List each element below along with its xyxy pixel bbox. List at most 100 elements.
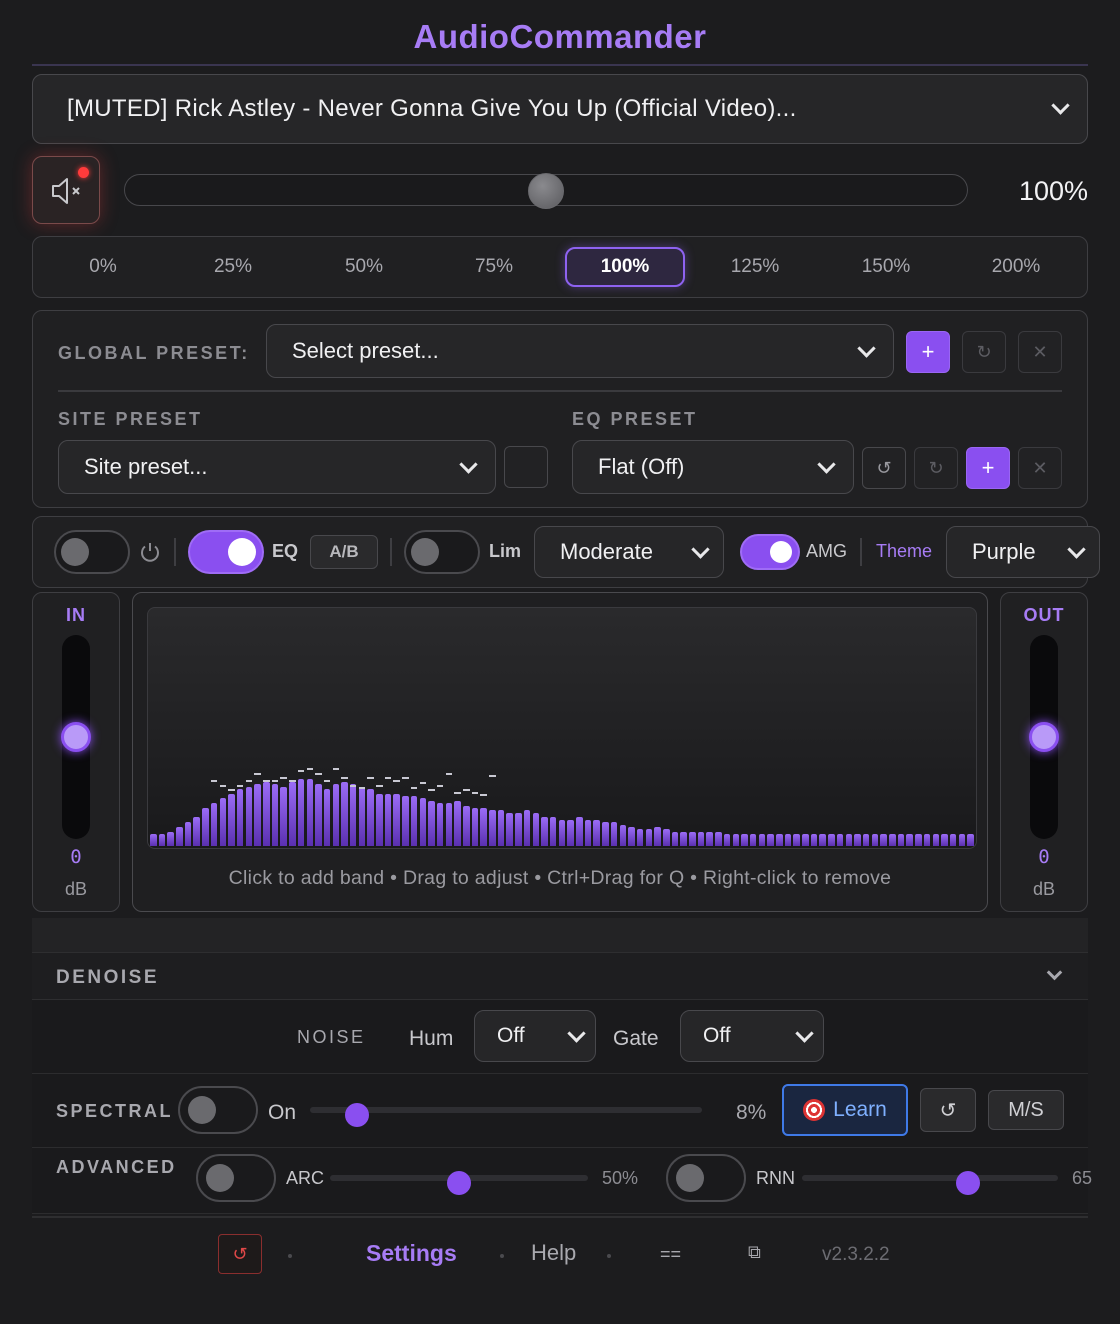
ab-compare-button[interactable]: A/B — [310, 535, 378, 569]
site-preset-action-button[interactable] — [504, 446, 548, 488]
volume-preset-25pct[interactable]: 25% — [173, 247, 293, 287]
spectrum-bar — [915, 834, 922, 846]
spectrum-bar — [289, 781, 296, 846]
output-gain-meter: OUT 0 dB — [1000, 592, 1088, 912]
eq-preset-select[interactable]: Flat (Off) — [572, 440, 854, 494]
volume-preset-0pct[interactable]: 0% — [43, 247, 163, 287]
limiter-toggle[interactable] — [404, 530, 480, 574]
hum-select[interactable]: Off — [474, 1010, 596, 1062]
spectrum-bar — [341, 781, 348, 846]
spectrum-peak — [410, 786, 418, 789]
spectrum-peak — [210, 779, 218, 782]
input-gain-meter: IN 0 dB — [32, 592, 120, 912]
spectral-amount-thumb[interactable] — [345, 1103, 370, 1127]
tab-select[interactable]: [MUTED] Rick Astley - Never Gonna Give Y… — [32, 74, 1088, 144]
gate-select[interactable]: Off — [680, 1010, 824, 1062]
spectrum-bar — [958, 834, 966, 846]
arc-toggle[interactable] — [196, 1154, 276, 1202]
add-global-preset-button[interactable]: + — [906, 331, 950, 373]
arc-slider-thumb[interactable] — [447, 1171, 471, 1195]
spectral-reset-button[interactable]: ↺ — [920, 1088, 976, 1132]
volume-readout: 100% — [1018, 176, 1088, 206]
spectrum-bar — [228, 793, 235, 846]
volume-preset-200pct[interactable]: 200% — [956, 247, 1076, 287]
spectrum-bar — [428, 800, 435, 846]
volume-preset-75pct[interactable]: 75% — [434, 247, 554, 287]
reset-all-button[interactable]: ↺ — [218, 1234, 262, 1274]
delete-global-preset-button[interactable]: ✕ — [1018, 331, 1062, 373]
eq-graph-canvas[interactable] — [147, 607, 977, 849]
global-preset-select[interactable]: Select preset... — [266, 324, 894, 378]
undo-eq-button[interactable]: ↺ — [862, 447, 906, 489]
spectrum-bar — [810, 834, 818, 846]
spectrum-bar — [576, 817, 583, 846]
limiter-mode-select[interactable]: Moderate — [534, 526, 724, 578]
spectral-label: SPECTRAL — [56, 1101, 174, 1121]
delete-eq-preset-button[interactable]: ✕ — [1018, 447, 1062, 489]
master-toggle[interactable] — [54, 530, 130, 574]
power-icon[interactable] — [138, 540, 162, 564]
limiter-toggle-label: Lim — [489, 541, 522, 561]
spectrum-peak — [323, 779, 331, 782]
site-preset-select[interactable]: Site preset... — [58, 440, 496, 494]
learn-noise-button[interactable]: Learn — [782, 1084, 908, 1136]
spectrum-bar — [436, 803, 444, 846]
amg-toggle[interactable] — [740, 534, 800, 570]
spectrum-bar — [523, 810, 531, 846]
help-link[interactable]: Help — [531, 1240, 576, 1266]
settings-link[interactable]: Settings — [366, 1240, 457, 1267]
input-gain-thumb[interactable] — [61, 722, 91, 752]
spectrum-bar — [836, 834, 844, 846]
theme-select[interactable]: Purple — [946, 526, 1100, 578]
rnn-toggle[interactable] — [666, 1154, 746, 1202]
denoise-header[interactable]: DENOISE — [32, 952, 1088, 1000]
spectrum-bar — [889, 834, 896, 846]
spectrum-bar — [184, 822, 192, 846]
spectrum-bar — [845, 834, 853, 846]
spectrum-peak — [428, 789, 435, 792]
spectrum-peak — [436, 784, 444, 787]
volume-preset-125pct[interactable]: 125% — [695, 247, 815, 287]
chevron-down-icon — [1067, 540, 1086, 559]
spectrum-bar — [376, 793, 383, 846]
spectrum-bar — [749, 834, 757, 846]
spectrum-bar — [532, 812, 540, 846]
mute-button[interactable] — [32, 156, 100, 224]
compact-mode-button[interactable]: == — [660, 1244, 681, 1265]
volume-preset-50pct[interactable]: 50% — [304, 247, 424, 287]
popout-button[interactable]: ⧉ — [748, 1242, 761, 1263]
output-gain-thumb[interactable] — [1029, 722, 1059, 752]
spectrum-bar — [454, 800, 461, 846]
spectrum-bar — [584, 819, 592, 846]
advanced-row — [32, 1148, 1088, 1214]
spectrum-bar — [828, 834, 835, 846]
volume-preset-100pct[interactable]: 100% — [565, 247, 685, 287]
mid-side-button[interactable]: M/S — [988, 1090, 1064, 1130]
spectrum-bar — [776, 834, 783, 846]
spectrum-bar — [402, 796, 409, 846]
spectrum-peak — [263, 779, 270, 782]
eq-toggle[interactable] — [188, 530, 264, 574]
version-label: v2.3.2.2 — [822, 1244, 890, 1265]
spectral-toggle[interactable] — [178, 1086, 258, 1134]
gate-value: Off — [703, 1024, 731, 1047]
spectrum-bar — [202, 807, 209, 846]
output-meter-label: OUT — [1023, 605, 1065, 625]
chevron-down-icon — [817, 455, 836, 474]
volume-preset-150pct[interactable]: 150% — [826, 247, 946, 287]
redo-eq-button[interactable]: ↻ — [914, 447, 958, 489]
spectrum-bar — [967, 834, 974, 846]
spectrum-bar — [897, 834, 905, 846]
spectrum-bar — [602, 822, 609, 846]
volume-slider-thumb[interactable] — [528, 173, 564, 209]
arc-label: ARC — [286, 1168, 325, 1188]
speaker-muted-icon — [52, 178, 80, 204]
spectrum-bar — [819, 834, 826, 846]
spectrum-bar — [176, 826, 183, 846]
spectral-toggle-label: On — [268, 1101, 297, 1124]
rnn-slider[interactable] — [802, 1175, 1058, 1181]
spectrum-peak — [341, 777, 348, 780]
refresh-global-preset-button[interactable]: ↻ — [962, 331, 1006, 373]
add-eq-preset-button[interactable]: + — [966, 447, 1010, 489]
spectrum-bar — [549, 817, 557, 846]
